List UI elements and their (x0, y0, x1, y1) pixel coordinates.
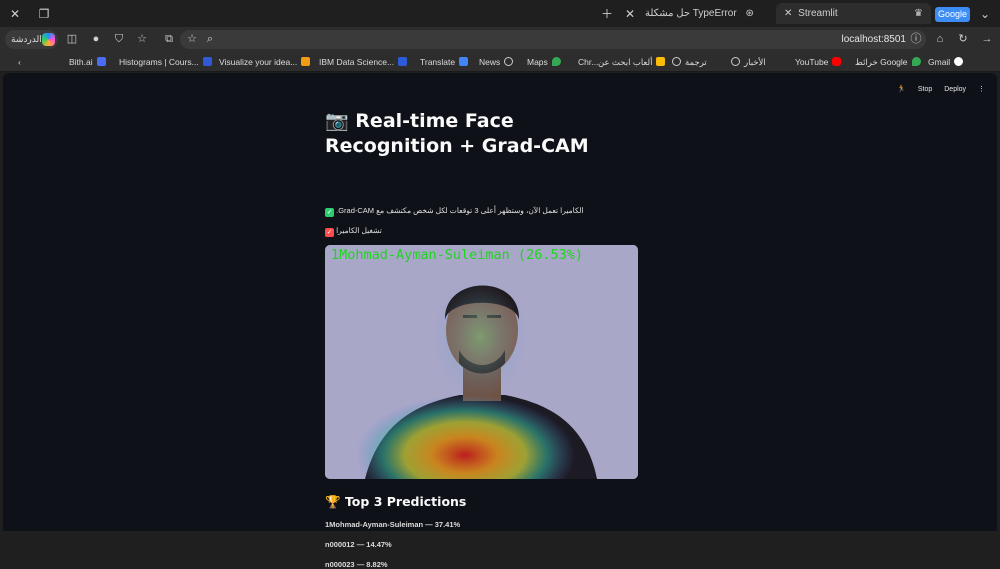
bookmark-label: Translate (420, 57, 456, 67)
bookmark-label: Maps (527, 57, 548, 67)
close-window-icon[interactable]: ✕ (6, 5, 24, 23)
bookmark-label: IBM Data Science... (319, 57, 395, 67)
maps-pin-icon (551, 57, 561, 66)
main-menu-button[interactable]: ⋮ (978, 86, 985, 93)
profile-avatar-icon[interactable]: ● (88, 31, 104, 47)
check-mark-icon: ✓ (325, 208, 334, 217)
refresh-icon[interactable]: ↻ (955, 31, 971, 47)
chatgpt-icon: ⊛ (745, 8, 754, 19)
bookmarks-bar: ‹ Bith.ai Histograms | Cours... Visualiz… (0, 52, 1000, 72)
bookmark-favicon-icon (656, 57, 666, 66)
page-title: 📷 Real-time Face Recognition + Grad-CAM (325, 109, 645, 159)
translate-icon (459, 57, 469, 66)
prediction-overlay-label: 1Mohmad-Ayman-Suleiman (26.53%) (331, 247, 583, 263)
bookmark-item[interactable]: الأخبار (731, 52, 766, 72)
new-tab-icon[interactable]: ＋ (598, 5, 616, 23)
bookmark-label: Gmail (928, 57, 951, 67)
crown-icon: ♛ (914, 8, 923, 19)
youtube-icon (832, 57, 842, 66)
bookmark-item[interactable]: Bith.ai (69, 52, 106, 72)
home-icon[interactable]: ⌂ (932, 31, 948, 47)
streamlit-app: 🏃 Stop Deploy ⋮ 📷 Real-time Face Recogni… (3, 73, 997, 569)
forward-icon[interactable]: → (979, 31, 995, 47)
prediction-item: 1Mohmad-Ayman-Suleiman — 37.41% (325, 520, 461, 529)
workspaces-icon[interactable]: ❐ (35, 5, 53, 23)
bookmark-label: Histograms | Cours... (119, 57, 199, 67)
streamlit-toolbar: 🏃 Stop Deploy ⋮ (887, 83, 985, 97)
browser-tab-bar: ✕ ❐ ＋ ✕ حل مشكلة TypeError ⊛ ✕ Streamlit… (0, 0, 1000, 27)
bookmark-label: الأخبار (744, 57, 766, 67)
address-bar-row: الدردشة ◫ ● ⛉ ☆ ⧉ ☆ ⌕ localhost:8501 ⓘ ⌂… (0, 27, 1000, 52)
chevron-down-icon[interactable]: ⌄ (976, 5, 994, 23)
tab-title: حل مشكلة TypeError (645, 8, 737, 19)
google-button[interactable]: Google (935, 7, 970, 22)
bookmark-favicon-icon (301, 57, 311, 66)
shield-icon[interactable]: ⛉ (111, 31, 127, 47)
search-icon: ⌕ (206, 33, 214, 45)
camera-toggle[interactable]: ✓ تشغيل الكاميرا (325, 226, 382, 237)
main-content: 📷 Real-time Face Recognition + Grad-CAM … (325, 109, 645, 569)
predictions-heading-text: Top 3 Predictions (344, 494, 467, 509)
bookmark-favicon-icon (202, 57, 212, 66)
star-icon[interactable]: ☆ (184, 31, 200, 47)
globe-icon (731, 57, 740, 66)
stop-button[interactable]: Stop (918, 86, 932, 93)
bookmark-item[interactable]: Translate (420, 52, 469, 72)
tab-close-icon[interactable]: ✕ (621, 5, 639, 23)
favorites-icon[interactable]: ☆ (134, 31, 150, 47)
copilot-button[interactable]: الدردشة (5, 30, 58, 49)
tab-streamlit[interactable]: ✕ Streamlit ♛ (776, 3, 931, 24)
bookmark-label: ألعاب ابحث عن (598, 57, 653, 67)
globe-icon (672, 57, 681, 66)
bookmark-item[interactable]: YouTube (795, 52, 842, 72)
bookmark-item[interactable]: خرائط Google (855, 52, 921, 72)
trophy-icon: 🏆 (325, 494, 341, 509)
bookmark-favicon-icon (398, 57, 408, 66)
camera-icon: 📷 (325, 110, 349, 132)
extensions-icon[interactable]: ⧉ (161, 31, 177, 47)
bookmark-item[interactable]: Gmail (928, 52, 964, 72)
copilot-label: الدردشة (11, 34, 42, 44)
globe-icon (504, 57, 514, 66)
bookmark-item[interactable]: Maps (527, 52, 561, 72)
tab-actions-icon[interactable]: ◫ (64, 31, 80, 47)
bookmark-label: YouTube (795, 57, 829, 67)
running-icon: 🏃 (897, 86, 906, 93)
bookmark-item[interactable]: ألعاب ابحث عن (598, 52, 666, 72)
page-title-text: Real-time Face Recognition + Grad-CAM (325, 110, 589, 157)
url-field[interactable]: ☆ ⌕ localhost:8501 ⓘ (180, 30, 926, 49)
bookmarks-back-icon[interactable]: ‹ (18, 52, 21, 72)
predictions-heading: 🏆 Top 3 Predictions (325, 494, 466, 510)
url-text: localhost:8501 (841, 34, 907, 45)
bookmark-label: News (479, 57, 501, 67)
tab-typeerror[interactable]: حل مشكلة TypeError ⊛ (645, 3, 754, 24)
bookmark-item[interactable]: IBM Data Science... (319, 52, 408, 72)
bookmark-item[interactable]: ترجمة (672, 52, 707, 72)
tab-close-icon[interactable]: ✕ (784, 8, 792, 19)
bookmark-item[interactable]: Histograms | Cours... (119, 52, 212, 72)
status-message-text: الكاميرا تعمل الآن، وستظهر أعلى 3 توقعات… (336, 206, 584, 215)
bookmark-label: خرائط Google (855, 57, 908, 67)
prediction-item: n000012 — 14.47% (325, 540, 392, 549)
bookmark-item[interactable]: Visualize your idea... (219, 52, 311, 72)
camera-toggle-checkbox[interactable]: ✓ (325, 228, 334, 237)
prediction-item: n000023 — 8.82% (325, 560, 388, 569)
copilot-icon (42, 33, 55, 46)
bookmark-label: ترجمة (685, 57, 707, 67)
bookmark-label: Chr... (578, 57, 599, 67)
bookmark-item[interactable]: Chr... (578, 52, 598, 72)
camera-toggle-label: تشغيل الكاميرا (336, 226, 382, 235)
bookmark-label: Visualize your idea... (219, 57, 298, 67)
deploy-button[interactable]: Deploy (944, 86, 966, 93)
bookmark-item[interactable]: News (479, 52, 514, 72)
camera-feed: 1Mohmad-Ayman-Suleiman (26.53%) (325, 245, 638, 479)
site-info-icon[interactable]: ⓘ (908, 31, 924, 47)
google-g-icon (954, 57, 964, 66)
tab-title: Streamlit (798, 8, 838, 19)
maps-pin-icon (911, 57, 921, 66)
bookmark-label: Bith.ai (69, 57, 93, 67)
camera-frame-image (325, 245, 638, 479)
bookmark-favicon-icon (96, 57, 106, 66)
status-message: ✓ الكاميرا تعمل الآن، وستظهر أعلى 3 توقع… (325, 206, 583, 217)
